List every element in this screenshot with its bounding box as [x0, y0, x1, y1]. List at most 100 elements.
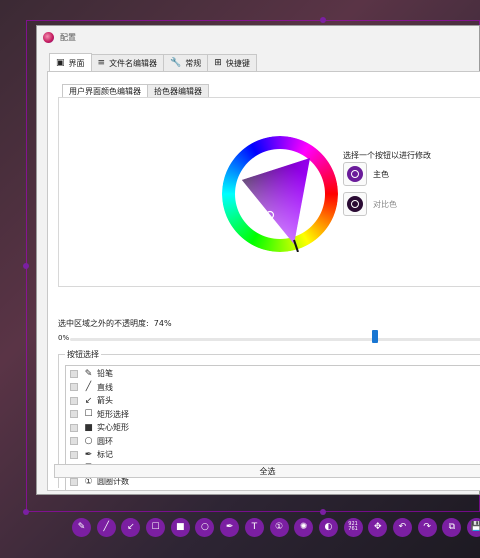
- circle-outline-icon: ○: [201, 522, 209, 532]
- circle-count-tool[interactable]: ①: [269, 517, 289, 537]
- item-checkbox[interactable]: [70, 437, 78, 446]
- line-tool[interactable]: ╱: [96, 517, 116, 537]
- selection-handle-top[interactable]: [320, 17, 326, 23]
- arrow-icon: ↙: [84, 395, 93, 406]
- item-checkbox[interactable]: [70, 477, 78, 486]
- arrow-icon: ↙: [127, 522, 135, 532]
- list-item[interactable]: ✒ 标记: [66, 448, 480, 462]
- circle-outline-icon: ○: [84, 436, 93, 447]
- list-item[interactable]: ■ 实心矩形: [66, 421, 480, 435]
- size-readout-icon: 921 761: [348, 521, 358, 532]
- wrench-icon: 🔧: [170, 58, 182, 68]
- contrast-color-label: 对比色: [373, 199, 397, 209]
- contrast-color-swatch: [347, 196, 363, 212]
- tab-3[interactable]: ⊞ 快捷键: [207, 54, 257, 71]
- item-checkbox[interactable]: [70, 423, 78, 432]
- redo-icon: ↷: [423, 522, 431, 532]
- list-item[interactable]: ╱ 直线: [66, 381, 480, 395]
- rectangle-filled-icon: ■: [175, 522, 185, 532]
- primary-color-label: 主色: [373, 169, 389, 179]
- select-all-button[interactable]: 全选: [54, 464, 480, 478]
- main-tabs: ▣ 界面 ≡ 文件名编辑器 🔧 常规 ⊞ 快捷键: [49, 53, 257, 72]
- subtab-1[interactable]: 拾色器编辑器: [147, 84, 209, 97]
- move-icon: ✥: [373, 522, 382, 532]
- tab-pane-interface: 用户界面颜色编辑器 拾色器编辑器 选择一个按钮以进行修改 主色 对比色 选中区域…: [47, 71, 480, 491]
- list-item[interactable]: ☐ 矩形选择: [66, 408, 480, 422]
- app-icon: [43, 31, 54, 43]
- list-item[interactable]: ↙ 箭头: [66, 394, 480, 408]
- list-item[interactable]: ✎ 铅笔: [66, 367, 480, 381]
- monitor-icon: ▣: [56, 58, 65, 68]
- pixelate-icon: ✺: [299, 522, 308, 532]
- select-button-prompt: 选择一个按钮以进行修改: [343, 151, 431, 160]
- pixelate-tool[interactable]: ✺: [294, 517, 314, 537]
- tab-1[interactable]: ≡ 文件名编辑器: [90, 54, 165, 71]
- color-wheel[interactable]: [222, 136, 338, 253]
- circle-count-icon: ①: [84, 476, 93, 487]
- selection-handle-left[interactable]: [23, 263, 29, 269]
- opacity-slider-track[interactable]: [70, 338, 480, 341]
- item-label: 铅笔: [97, 369, 113, 379]
- button-selection-title: 按钮选择: [65, 349, 101, 360]
- text-lines-icon: ≡: [97, 58, 106, 68]
- tab-label: 界面: [68, 58, 85, 68]
- tab-label: 快捷键: [225, 58, 250, 68]
- sub-tabs: 用户界面颜色编辑器 拾色器编辑器: [62, 84, 209, 97]
- tab-0[interactable]: ▣ 界面: [49, 53, 92, 72]
- invert-tool[interactable]: ◐: [318, 517, 338, 537]
- move-tool[interactable]: ✥: [368, 517, 388, 537]
- opacity-slider-handle[interactable]: [371, 330, 378, 343]
- item-label: 实心矩形: [97, 423, 129, 433]
- contrast-color-button[interactable]: [343, 192, 367, 216]
- circle-tool[interactable]: ○: [195, 517, 215, 537]
- line-icon: ╱: [85, 382, 92, 393]
- primary-color-row: 主色: [343, 162, 389, 186]
- item-checkbox[interactable]: [70, 369, 78, 378]
- text-tool[interactable]: T: [244, 517, 264, 537]
- copy-icon: ⧉: [448, 522, 456, 532]
- redo-tool[interactable]: ↷: [417, 517, 437, 537]
- undo-icon: ↶: [398, 522, 407, 532]
- rectangle-outline-icon: ☐: [84, 409, 93, 420]
- contrast-icon: ◐: [324, 522, 333, 532]
- undo-tool[interactable]: ↶: [392, 517, 412, 537]
- ui-color-editor-pane: 选择一个按钮以进行修改 主色 对比色: [58, 97, 480, 287]
- rectangle-tool[interactable]: ☐: [146, 517, 166, 537]
- color-wheel-graphic[interactable]: [222, 136, 338, 253]
- selection-handle-bottom-left[interactable]: [23, 509, 29, 515]
- arrow-tool[interactable]: ↙: [121, 517, 141, 537]
- item-label: 矩形选择: [97, 409, 129, 419]
- save-tool[interactable]: 💾: [467, 517, 480, 537]
- opacity-min-label: 0%: [58, 334, 70, 342]
- config-dialog: 配置 ▣ 界面 ≡ 文件名编辑器 🔧 常规 ⊞ 快捷键 用户界面颜色编辑器 拾色器编辑器: [36, 25, 480, 495]
- copy-tool[interactable]: ⧉: [442, 517, 462, 537]
- subtab-0[interactable]: 用户界面颜色编辑器: [62, 84, 148, 97]
- list-item[interactable]: ○ 圆环: [66, 435, 480, 449]
- marker-tool[interactable]: ✒: [220, 517, 240, 537]
- item-checkbox[interactable]: [70, 396, 78, 405]
- pencil-icon: ✎: [84, 368, 93, 379]
- titlebar: 配置: [37, 26, 479, 48]
- capture-toolbar: ✎ ╱ ↙ ☐ ■ ○ ✒ T ① ✺ ◐ 921 761 ✥ ↶ ↷ ⧉ 💾: [72, 512, 480, 542]
- contrast-color-row: 对比色: [343, 192, 397, 216]
- rectangle-filled-icon: ■: [84, 422, 93, 433]
- size-readout[interactable]: 921 761: [343, 517, 363, 537]
- item-label: 圆环: [97, 436, 113, 446]
- item-checkbox[interactable]: [70, 383, 78, 392]
- tab-2[interactable]: 🔧 常规: [163, 54, 209, 71]
- primary-color-button[interactable]: [343, 162, 367, 186]
- line-icon: ╱: [103, 522, 109, 532]
- primary-color-swatch: [347, 166, 363, 182]
- save-icon: 💾: [470, 522, 480, 532]
- marker-icon: ✒: [84, 449, 93, 460]
- pencil-tool[interactable]: ✎: [72, 517, 91, 537]
- text-icon: T: [251, 522, 258, 532]
- tab-label: 常规: [185, 58, 202, 68]
- rectangle-outline-icon: ☐: [151, 522, 160, 532]
- item-checkbox[interactable]: [70, 450, 78, 459]
- item-label: 箭头: [97, 396, 113, 406]
- item-label: 标记: [97, 450, 113, 460]
- marker-icon: ✒: [225, 522, 234, 532]
- filled-rectangle-tool[interactable]: ■: [170, 517, 190, 537]
- item-checkbox[interactable]: [70, 410, 78, 419]
